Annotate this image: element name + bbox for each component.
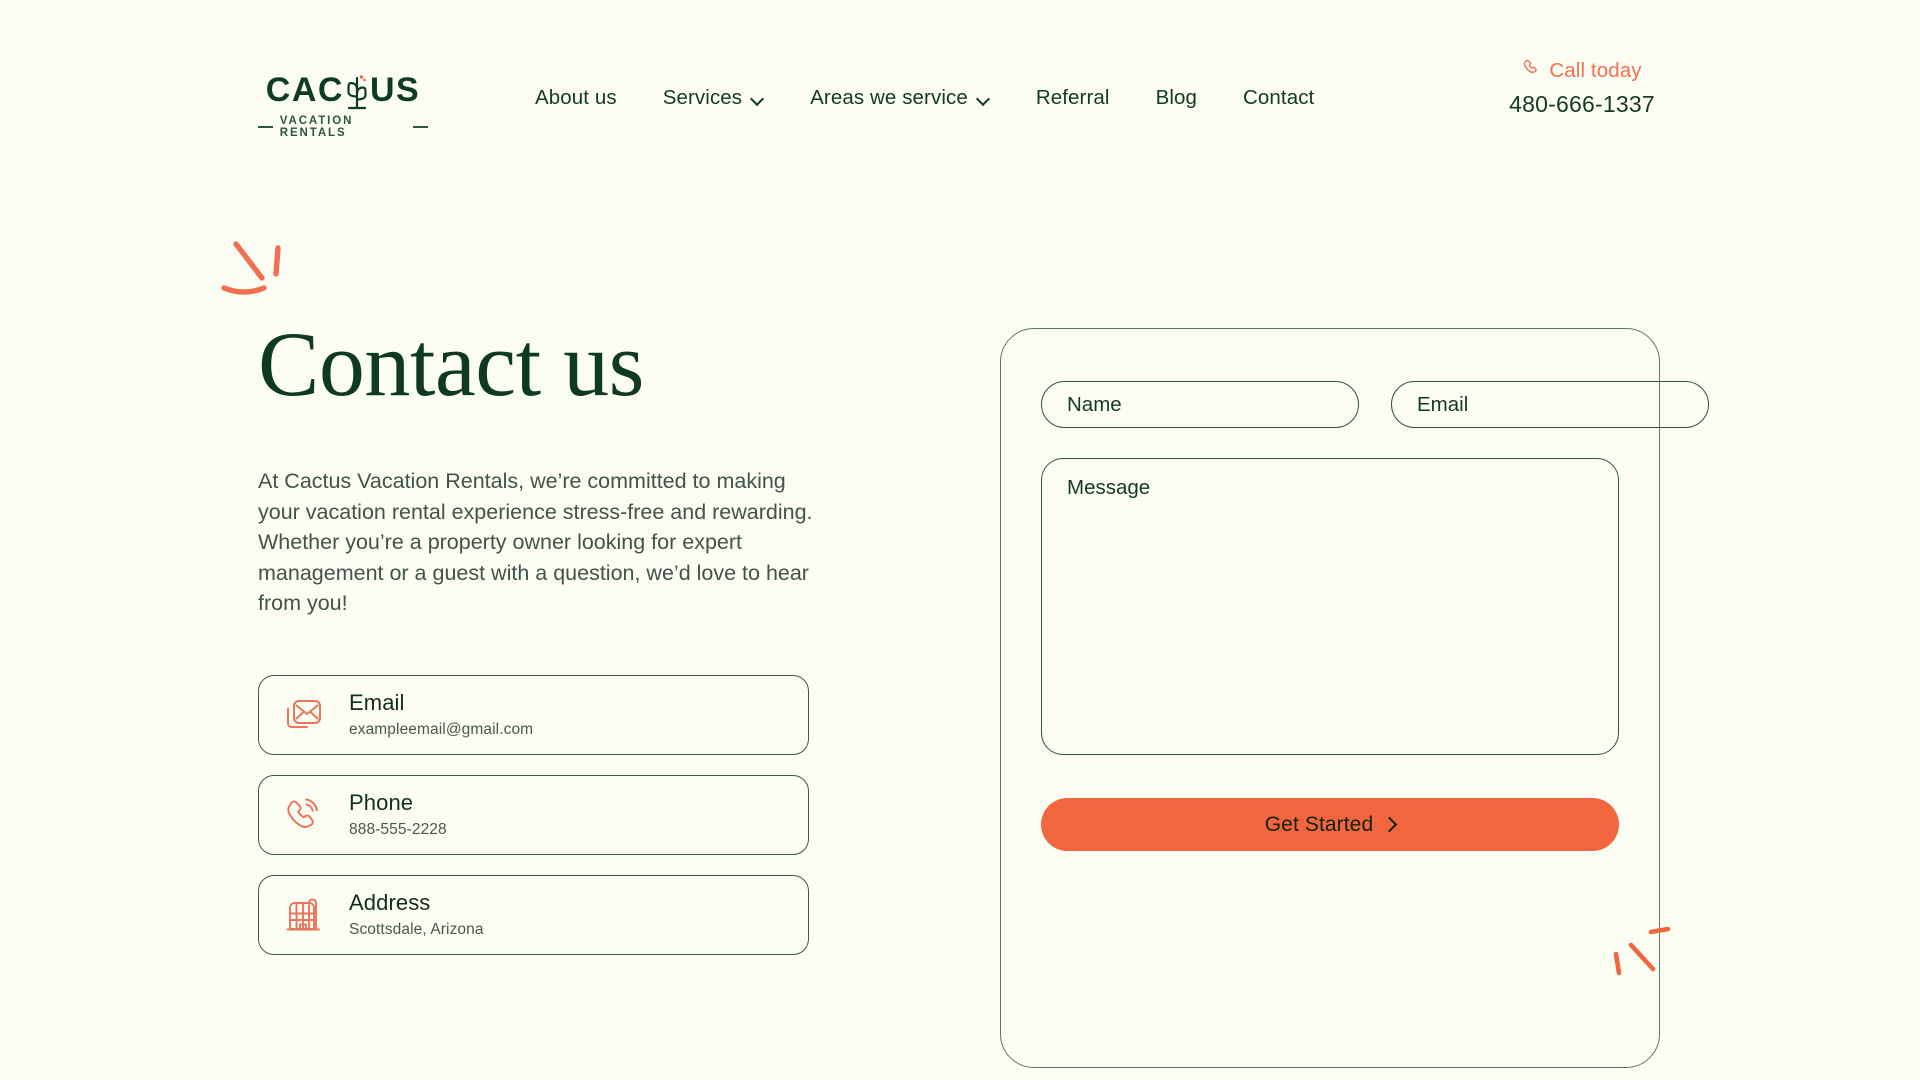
envelope-icon	[281, 692, 327, 738]
message-textarea[interactable]	[1041, 458, 1619, 755]
logo-tagline: VACATION RENTALS	[258, 115, 428, 139]
call-today-label: Call today	[1549, 58, 1642, 82]
sparkle-decoration-top	[216, 226, 306, 296]
contact-card-phone[interactable]: Phone 888-555-2228	[258, 774, 809, 855]
nav-label: Services	[662, 86, 743, 109]
site-header: CAC US VACATION RENTALS About us Service…	[0, 0, 1920, 148]
nav-label: About us	[535, 86, 617, 109]
nav-item-about-us[interactable]: About us	[512, 86, 640, 110]
form-row-name-email	[1041, 381, 1709, 428]
logo-dash-left	[258, 126, 273, 128]
chevron-right-icon	[1381, 816, 1398, 833]
get-started-button[interactable]: Get Started	[1041, 798, 1619, 851]
nav-item-blog[interactable]: Blog	[1133, 86, 1220, 110]
intro-paragraph: At Cactus Vacation Rentals, we’re commit…	[258, 469, 813, 616]
cactus-icon	[344, 72, 370, 110]
nav-label: Contact	[1243, 86, 1315, 109]
logo-tagline-text: VACATION RENTALS	[279, 115, 354, 139]
contact-card-title: Address	[349, 889, 431, 915]
page-title: Contact us	[258, 313, 644, 415]
contact-intro-column: Contact us At Cactus Vacation Rentals, w…	[221, 241, 818, 975]
logo-word-right: US	[369, 71, 421, 109]
nav-item-areas-we-service[interactable]: Areas we service	[787, 86, 1013, 110]
contact-card-title: Phone	[349, 789, 414, 815]
primary-navigation: About us Services Areas we service Refer…	[512, 86, 1337, 110]
contact-card-value: Scottsdale, Arizona	[349, 921, 484, 939]
nav-item-services[interactable]: Services	[640, 86, 787, 110]
contact-card-value: exampleemail@gmail.com	[349, 721, 534, 739]
logo-wordmark: CAC US	[265, 71, 421, 110]
contact-form-panel: Get Started	[1000, 328, 1709, 1068]
phone-ring-icon	[281, 792, 327, 838]
header-call-block: Call today 480-666-1337	[1498, 58, 1666, 118]
contact-cards-list: Email exampleemail@gmail.com Phone 888-5…	[258, 674, 818, 955]
get-started-label: Get Started	[1264, 812, 1374, 836]
call-today-link[interactable]: Call today	[1498, 58, 1666, 83]
nav-label: Areas we service	[810, 86, 968, 109]
nav-item-contact[interactable]: Contact	[1220, 86, 1337, 110]
contact-card-title: Email	[349, 689, 405, 715]
contact-card-address[interactable]: Address Scottsdale, Arizona	[258, 874, 809, 955]
name-input[interactable]	[1041, 381, 1359, 428]
nav-label: Blog	[1155, 86, 1197, 109]
header-phone-number[interactable]: 480-666-1337	[1498, 91, 1666, 118]
chevron-down-icon	[977, 94, 990, 102]
email-input[interactable]	[1391, 381, 1709, 428]
logo-word-left: CAC	[265, 71, 344, 109]
nav-item-referral[interactable]: Referral	[1013, 86, 1133, 110]
contact-card-value: 888-555-2228	[349, 821, 447, 839]
site-logo[interactable]: CAC US VACATION RENTALS	[258, 72, 428, 139]
building-icon	[281, 892, 327, 938]
chevron-down-icon	[751, 94, 764, 102]
nav-label: Referral	[1035, 86, 1110, 109]
logo-dash-right	[413, 126, 428, 128]
sparkle-decoration-button	[1605, 919, 1681, 989]
contact-card-email[interactable]: Email exampleemail@gmail.com	[258, 674, 809, 755]
phone-icon	[1522, 58, 1541, 83]
